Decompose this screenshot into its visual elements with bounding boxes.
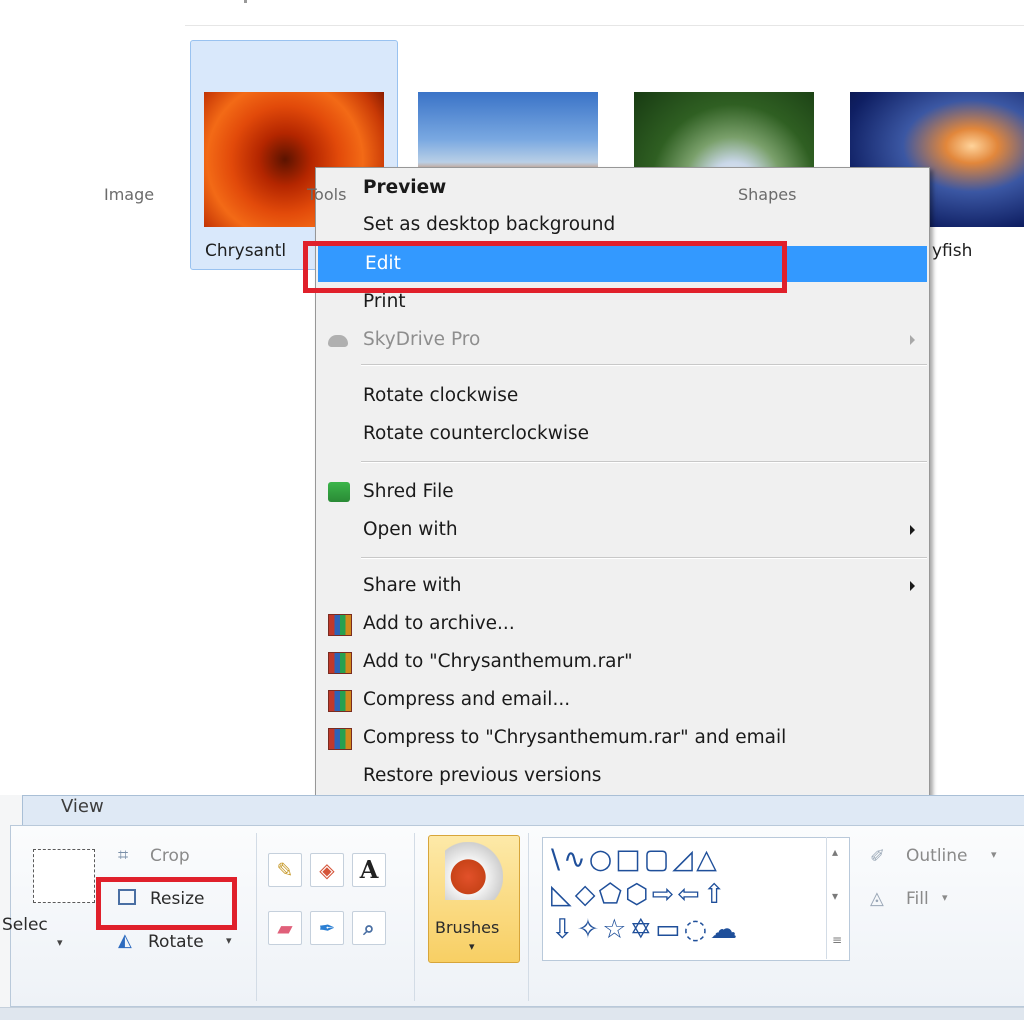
submenu-arrow-icon [910, 335, 915, 345]
menu-item-label: Set as desktop background [363, 214, 616, 235]
select-dropdown-arrow-icon[interactable]: ▾ [57, 936, 63, 949]
menu-separator [361, 557, 927, 559]
outline-dropdown-arrow-icon[interactable]: ▾ [991, 848, 997, 861]
cloud-icon [328, 335, 348, 347]
select-button[interactable] [33, 849, 95, 903]
submenu-arrow-icon [910, 581, 915, 591]
rotate-dropdown-arrow-icon[interactable]: ▾ [226, 934, 232, 947]
shapes-grid[interactable]: \∿○□▢◿△ ◺◇⬠⬡⇨⇦⇧ ⇩✧☆✡▭◌☁ [551, 842, 740, 947]
winrar-icon [328, 614, 352, 636]
menu-item-preview[interactable]: Preview [316, 170, 929, 206]
menu-item-add-to-archive[interactable]: Add to archive... [316, 606, 929, 642]
outline-icon: ✐ [870, 846, 886, 867]
menu-item-label: SkyDrive Pro [363, 329, 481, 350]
group-label-tools: Tools [307, 185, 347, 204]
brush-icon [445, 842, 503, 900]
group-divider [256, 833, 257, 1001]
shredder-icon [328, 482, 350, 502]
menu-item-compress-to-rar-and-email[interactable]: Compress to "Chrysanthemum.rar" and emai… [316, 720, 929, 756]
eraser-icon[interactable]: ▰ [268, 911, 302, 945]
menu-item-label: Compress and email... [363, 689, 571, 710]
shapes-row[interactable]: \∿○□▢◿△ [551, 842, 740, 877]
magnifier-icon[interactable]: ⌕ [352, 911, 386, 945]
color-picker-icon[interactable]: ✒ [310, 911, 344, 945]
resize-button-label[interactable]: Resize [150, 889, 204, 909]
menu-item-compress-and-email[interactable]: Compress and email... [316, 682, 929, 718]
menu-item-add-to-rar[interactable]: Add to "Chrysanthemum.rar" [316, 644, 929, 680]
resize-icon [118, 889, 136, 905]
group-label-image: Image [104, 185, 155, 204]
menu-item-share-with[interactable]: Share with [316, 568, 929, 604]
menu-item-label: Rotate counterclockwise [363, 423, 590, 444]
shapes-row[interactable]: ◺◇⬠⬡⇨⇦⇧ [551, 877, 740, 912]
select-label[interactable]: Selec [2, 915, 48, 935]
ribbon-tab-strip: View [0, 795, 1024, 826]
menu-item-label: Restore previous versions [363, 765, 602, 786]
outline-button-label[interactable]: Outline [906, 846, 968, 866]
menu-separator [361, 364, 927, 366]
shapes-gallery[interactable]: \∿○□▢◿△ ◺◇⬠⬡⇨⇦⇧ ⇩✧☆✡▭◌☁ [542, 837, 850, 961]
submenu-arrow-icon [910, 525, 915, 535]
fill-bucket-icon[interactable]: ◈ [310, 853, 344, 887]
group-divider [414, 833, 415, 1001]
divider-mark [244, 0, 247, 3]
shapes-row[interactable]: ⇩✧☆✡▭◌☁ [551, 912, 740, 947]
shapes-gallery-scrollbar[interactable]: ▴ ▾ ≡ [826, 837, 849, 959]
ribbon-bottom-bar [0, 1007, 1024, 1020]
text-tool-icon[interactable]: A [352, 853, 386, 887]
thumbnail-label-chrysanthemum[interactable]: Chrysantl [205, 241, 286, 261]
rotate-icon: ◭ [118, 930, 132, 951]
group-divider [528, 833, 529, 1001]
menu-item-edit[interactable]: Edit [318, 246, 927, 282]
menu-item-skydrive-pro[interactable]: SkyDrive Pro [316, 322, 929, 358]
fill-dropdown-arrow-icon[interactable]: ▾ [942, 891, 948, 904]
menu-item-label: Share with [363, 575, 462, 596]
fill-button-label[interactable]: Fill [906, 889, 929, 909]
menu-item-label: Open with [363, 519, 458, 540]
menu-item-label: Compress to "Chrysanthemum.rar" and emai… [363, 727, 787, 748]
brushes-dropdown-arrow-icon: ▾ [469, 940, 475, 953]
crop-icon: ⌗ [118, 845, 129, 866]
menu-item-label: Shred File [363, 481, 454, 502]
scroll-up-icon[interactable]: ▴ [832, 845, 838, 859]
thumbnail-label-jellyfish[interactable]: yfish [932, 241, 972, 261]
menu-item-label: Preview [363, 177, 447, 198]
menu-item-label: Add to archive... [363, 613, 515, 634]
menu-item-print[interactable]: Print [316, 284, 929, 320]
pencil-icon[interactable]: ✎ [268, 853, 302, 887]
menu-item-rotate-clockwise[interactable]: Rotate clockwise [316, 378, 929, 414]
winrar-icon [328, 690, 352, 712]
winrar-icon [328, 728, 352, 750]
brushes-button[interactable]: Brushes ▾ [428, 835, 520, 963]
rotate-button-label[interactable]: Rotate [148, 932, 204, 952]
context-menu: Preview Set as desktop background Edit P… [315, 167, 930, 797]
group-label-shapes: Shapes [738, 185, 797, 204]
menu-item-open-with[interactable]: Open with [316, 512, 929, 548]
scroll-down-icon[interactable]: ▾ [832, 889, 838, 903]
header-divider [185, 25, 1024, 26]
menu-item-restore-previous-versions[interactable]: Restore previous versions [316, 758, 929, 794]
menu-item-label: Add to "Chrysanthemum.rar" [363, 651, 633, 672]
menu-item-label: Rotate clockwise [363, 385, 519, 406]
tab-view[interactable]: View [22, 795, 1024, 826]
gallery-more-icon[interactable]: ≡ [832, 933, 842, 947]
menu-item-set-desktop-background[interactable]: Set as desktop background [316, 207, 929, 243]
menu-item-rotate-counterclockwise[interactable]: Rotate counterclockwise [316, 416, 929, 452]
menu-item-shred-file[interactable]: Shred File [316, 474, 929, 510]
menu-item-label: Edit [365, 253, 401, 274]
fill-icon: ◬ [870, 888, 884, 909]
brushes-label: Brushes [435, 918, 500, 937]
menu-separator [361, 461, 927, 463]
crop-button-label[interactable]: Crop [150, 846, 190, 866]
menu-item-label: Print [363, 291, 406, 312]
winrar-icon [328, 652, 352, 674]
tab-view-label: View [61, 796, 104, 817]
